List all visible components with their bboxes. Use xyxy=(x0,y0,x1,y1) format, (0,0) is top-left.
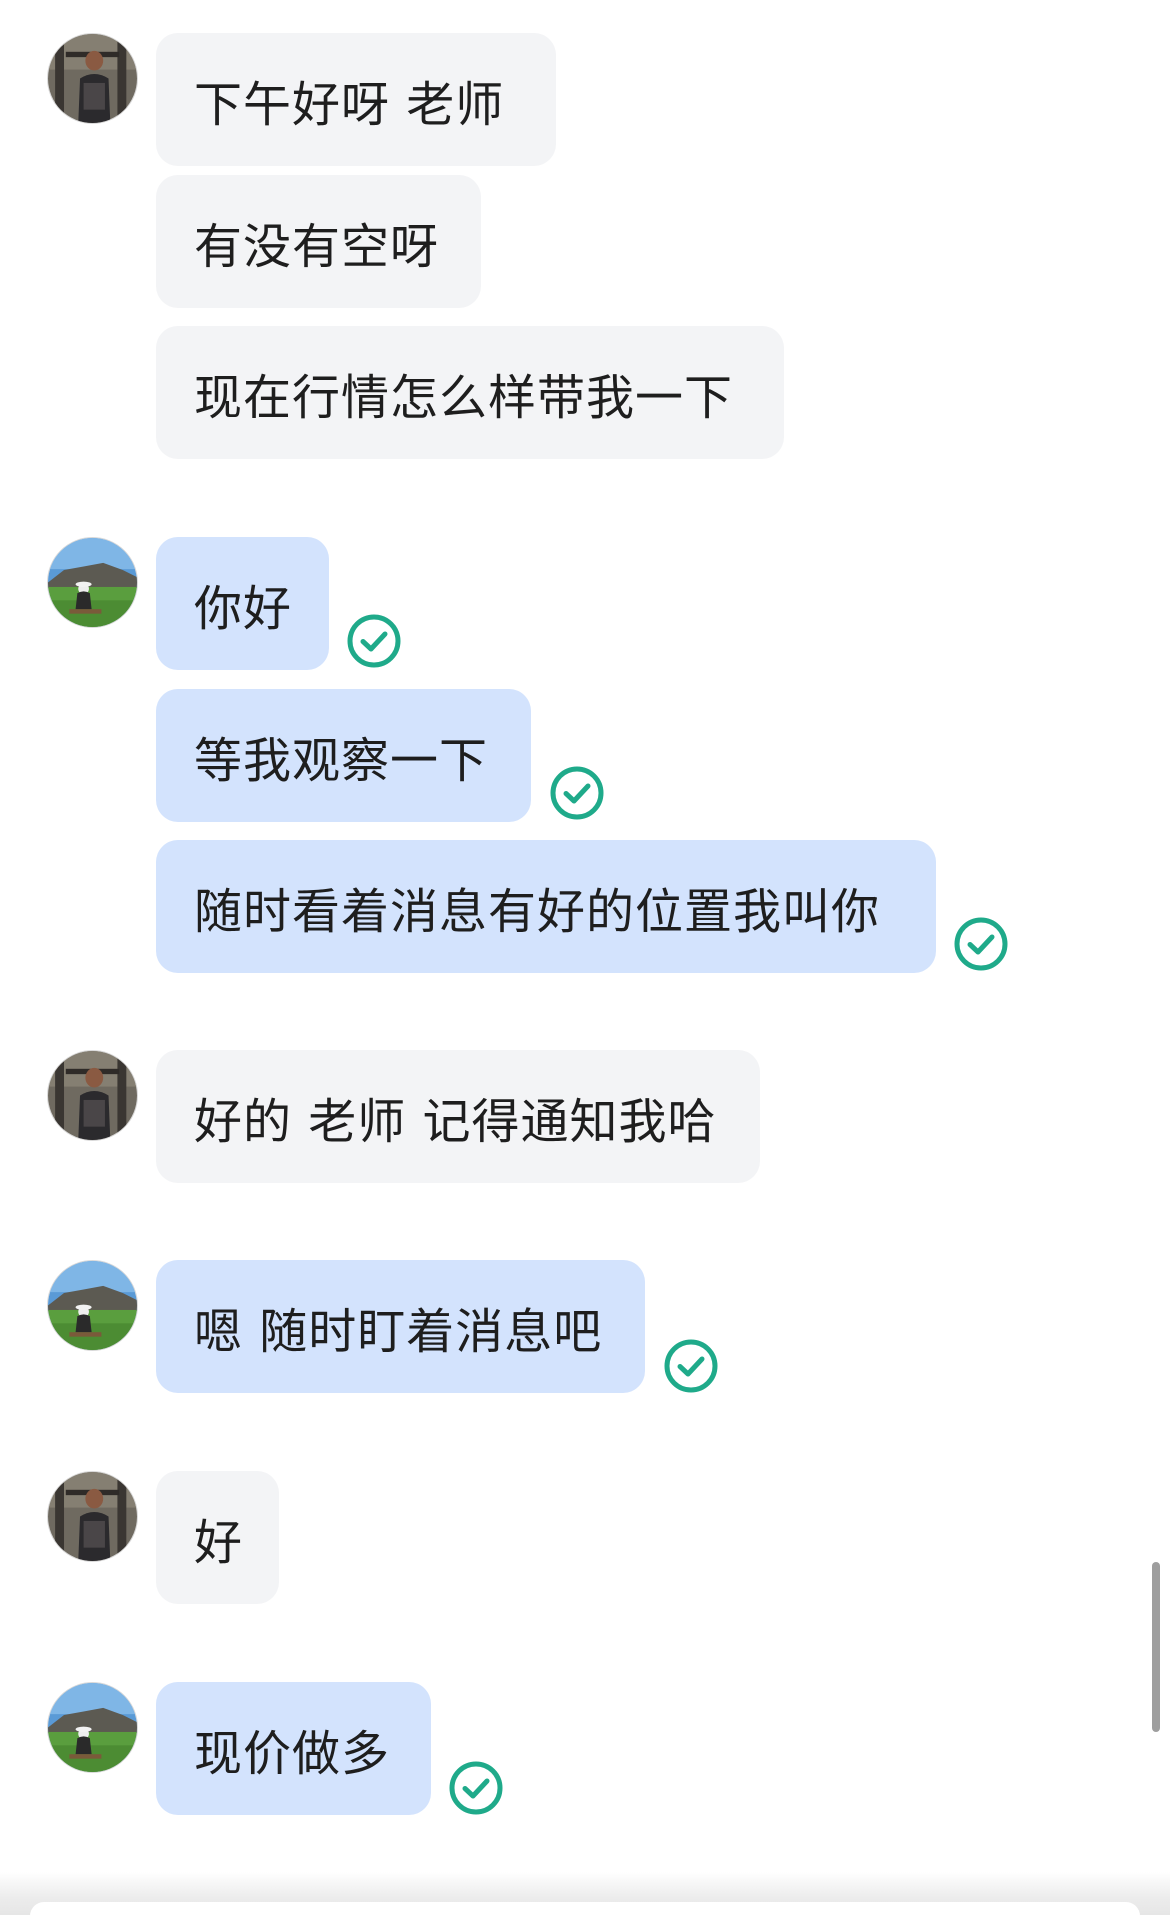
check-circle-icon xyxy=(347,614,401,668)
chat-message-list[interactable]: 下午好呀 老师 有没有空呀 现在行情怎么样带我一下 你好 等我观察一下 随时看着… xyxy=(0,0,1170,1915)
message-bubble-incoming[interactable]: 好 xyxy=(156,1471,279,1604)
outgoing-avatar[interactable] xyxy=(47,537,138,628)
read-receipt-check-icon xyxy=(953,916,1009,972)
incoming-avatar[interactable] xyxy=(47,1471,138,1562)
check-circle-icon xyxy=(550,766,604,820)
message-text: 好的 老师 记得通知我哈 xyxy=(194,1093,717,1150)
read-receipt-check-icon xyxy=(663,1338,719,1394)
check-circle-icon xyxy=(954,917,1008,971)
vertical-scrollbar-thumb[interactable] xyxy=(1152,1562,1160,1732)
message-text: 现在行情怎么样带我一下 xyxy=(194,369,734,426)
message-text: 等我观察一下 xyxy=(194,732,489,789)
message-bubble-outgoing[interactable]: 嗯 随时盯着消息吧 xyxy=(156,1260,645,1393)
contact-avatar-icon xyxy=(48,538,137,627)
contact-avatar-icon xyxy=(48,1683,137,1772)
message-bubble-outgoing[interactable]: 现价做多 xyxy=(156,1682,431,1815)
outgoing-avatar[interactable] xyxy=(47,1260,138,1351)
message-bubble-outgoing[interactable]: 你好 xyxy=(156,537,329,670)
message-bubble-incoming[interactable]: 有没有空呀 xyxy=(156,175,481,308)
message-bubble-incoming[interactable]: 好的 老师 记得通知我哈 xyxy=(156,1050,760,1183)
message-text: 有没有空呀 xyxy=(194,218,440,275)
message-bubble-incoming[interactable]: 下午好呀 老师 xyxy=(156,33,556,166)
message-bubble-outgoing[interactable]: 等我观察一下 xyxy=(156,689,531,822)
incoming-avatar[interactable] xyxy=(47,33,138,124)
user-avatar-icon xyxy=(48,1051,137,1140)
message-text: 嗯 随时盯着消息吧 xyxy=(194,1303,603,1360)
message-text: 随时看着消息有好的位置我叫你 xyxy=(194,883,881,940)
read-receipt-check-icon xyxy=(346,613,402,669)
read-receipt-check-icon xyxy=(549,765,605,821)
read-receipt-check-icon xyxy=(448,1760,504,1816)
contact-avatar-icon xyxy=(48,1261,137,1350)
message-bubble-outgoing[interactable]: 随时看着消息有好的位置我叫你 xyxy=(156,840,936,973)
message-text: 下午好呀 老师 xyxy=(194,76,505,133)
check-circle-icon xyxy=(664,1339,718,1393)
user-avatar-icon xyxy=(48,1472,137,1561)
message-text: 好 xyxy=(194,1514,244,1571)
incoming-avatar[interactable] xyxy=(47,1050,138,1141)
message-text: 现价做多 xyxy=(194,1725,391,1782)
outgoing-avatar[interactable] xyxy=(47,1682,138,1773)
message-bubble-incoming[interactable]: 现在行情怎么样带我一下 xyxy=(156,326,784,459)
check-circle-icon xyxy=(449,1761,503,1815)
composer-bar-edge xyxy=(30,1902,1140,1922)
user-avatar-icon xyxy=(48,34,137,123)
message-text: 你好 xyxy=(194,580,293,637)
